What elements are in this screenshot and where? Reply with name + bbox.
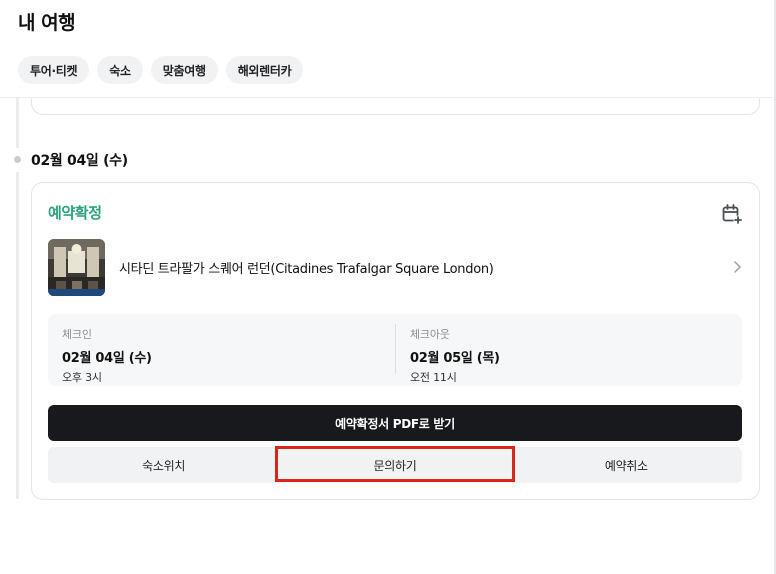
category-chips: 투어·티켓 숙소 맞춤여행 해외렌터카 xyxy=(18,56,304,84)
header: 내 여행 투어·티켓 숙소 맞춤여행 해외렌터카 xyxy=(0,0,776,98)
timeline-dot xyxy=(14,156,21,163)
timeline-line xyxy=(16,98,19,148)
inquiry-button[interactable]: 문의하기 xyxy=(279,447,510,483)
chip-tour-ticket[interactable]: 투어·티켓 xyxy=(18,56,90,84)
check-out-date: 02월 05일 (목) xyxy=(410,351,500,366)
booking-card: 예약확정 시타딘 트라팔가 스퀘어 런던(Citadines Trafalgar… xyxy=(31,182,760,500)
hotel-row[interactable]: 시타딘 트라팔가 스퀘어 런던(Citadines Trafalgar Squa… xyxy=(48,238,744,296)
date-heading: 02월 04일 (수) xyxy=(31,153,128,169)
download-pdf-button[interactable]: 예약확정서 PDF로 받기 xyxy=(48,405,742,441)
my-trips-page: 내 여행 투어·티켓 숙소 맞춤여행 해외렌터카 02월 04일 (수) 예약확… xyxy=(0,0,776,574)
status-badge: 예약확정 xyxy=(48,204,102,222)
timeline-line xyxy=(16,172,19,499)
check-out-label: 체크아웃 xyxy=(410,328,450,341)
location-button[interactable]: 숙소위치 xyxy=(48,447,279,483)
check-in-time: 오후 3시 xyxy=(62,371,102,384)
check-out: 체크아웃 02월 05일 (목) 오전 11시 xyxy=(410,326,500,385)
stay-dates: 체크인 02월 04일 (수) 오후 3시 체크아웃 02월 05일 (목) 오… xyxy=(48,314,742,386)
check-in-label: 체크인 xyxy=(62,328,92,341)
calendar-plus-icon[interactable] xyxy=(721,203,743,225)
check-in: 체크인 02월 04일 (수) 오후 3시 xyxy=(62,326,152,385)
check-out-time: 오전 11시 xyxy=(410,371,457,384)
chevron-right-icon xyxy=(734,261,741,273)
cancel-booking-button[interactable]: 예약취소 xyxy=(511,447,742,483)
chip-accommodation[interactable]: 숙소 xyxy=(97,56,143,84)
check-in-date: 02월 04일 (수) xyxy=(62,351,152,366)
chip-overseas-rental-car[interactable]: 해외렌터카 xyxy=(225,56,304,84)
divider xyxy=(395,324,396,374)
chip-custom-trip[interactable]: 맞춤여행 xyxy=(150,56,218,84)
page-title: 내 여행 xyxy=(18,12,76,34)
action-bar: 숙소위치 문의하기 예약취소 xyxy=(48,447,742,483)
hotel-name: 시타딘 트라팔가 스퀘어 런던(Citadines Trafalgar Squa… xyxy=(119,261,494,277)
hotel-thumbnail xyxy=(48,238,105,296)
